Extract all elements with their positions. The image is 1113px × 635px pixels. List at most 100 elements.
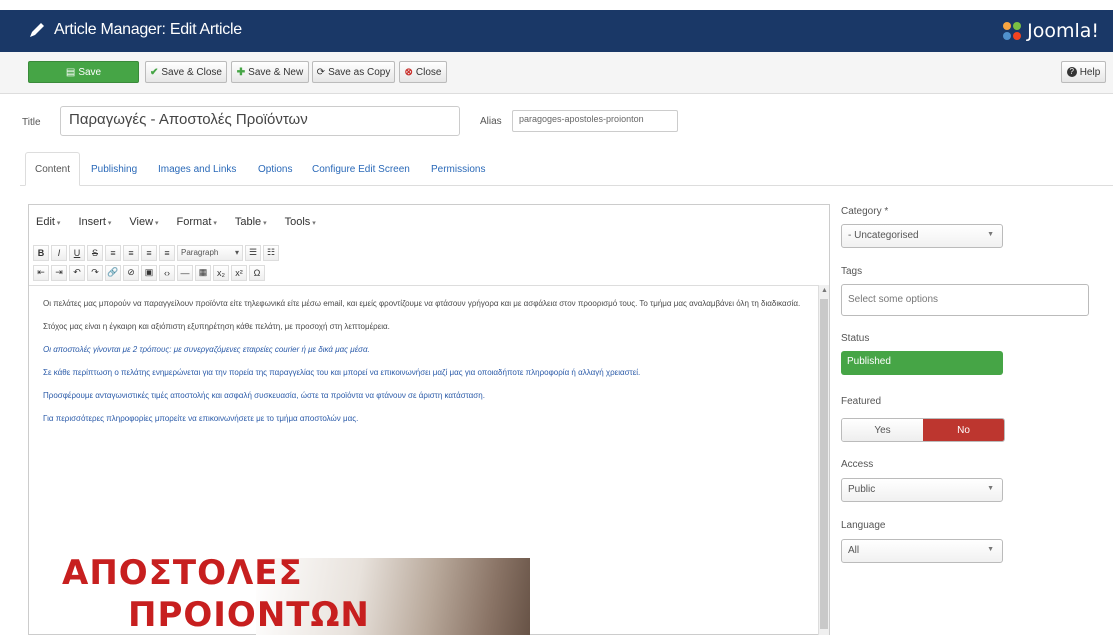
featured-yes-button[interactable]: Yes [842,419,923,441]
content-paragraph: Προσφέρουμε ανταγωνιστικές τιμές αποστολ… [43,391,485,400]
close-icon: ⊗ [404,66,413,78]
scroll-up-icon[interactable]: ▲ [821,287,828,294]
content-paragraph: Στόχος μας είναι η έγκαιρη και αξιόπιστη… [43,322,390,331]
app-header: Article Manager: Edit Article Joomla! [0,10,1113,52]
italic-icon[interactable]: I [51,244,67,261]
close-label: Close [415,66,442,78]
help-button[interactable]: ? Help [1061,61,1106,83]
tab-configure-edit-screen[interactable]: Configure Edit Screen [303,152,419,186]
align-left-icon[interactable]: ≡ [105,244,121,261]
format-select-value: Paragraph [181,248,219,257]
alias-input[interactable]: paragoges-apostoles-proionton [512,110,678,132]
scrollbar-thumb[interactable] [820,299,828,629]
page: Article Manager: Edit Article Joomla! ▤ … [0,0,1113,635]
tab-permissions[interactable]: Permissions [422,152,494,186]
page-title: Article Manager: Edit Article [54,21,242,38]
menu-view[interactable]: View [129,216,158,228]
chevron-down-icon: ▼ [987,485,994,492]
align-justify-icon[interactable]: ≡ [159,244,175,261]
tab-options[interactable]: Options [249,152,301,186]
featured-toggle: Yes No [841,418,1005,442]
horizontal-rule-icon[interactable]: — [177,264,193,281]
strikethrough-icon[interactable]: S [87,244,103,261]
link-icon[interactable]: 🔗 [105,264,121,281]
help-label: Help [1079,66,1101,78]
content-paragraph: Οι αποστολές γίνονται με 2 τρόπους: με σ… [43,345,370,354]
title-input[interactable]: Παραγωγές - Αποστολές Προϊόντων [60,106,460,136]
tags-input[interactable]: Select some options [841,284,1089,316]
category-select[interactable]: - Uncategorised ▼ [841,224,1003,248]
save-close-label: Save & Close [161,66,222,78]
promo-title-line-2: ΠΡΟΙΟΝΤΩΝ [128,595,370,635]
bold-icon[interactable]: B [33,244,49,261]
joomla-logo[interactable]: Joomla! [1001,16,1099,46]
bullet-list-icon[interactable]: ☰ [245,244,261,261]
language-value: All [848,545,860,556]
save-close-button[interactable]: ✔ Save & Close [145,61,227,83]
save-icon: ▤ [65,66,76,78]
unlink-icon[interactable]: ⊘ [123,264,139,281]
joomla-mark-icon [1003,22,1022,40]
redo-icon[interactable]: ↷ [87,264,103,281]
menu-edit[interactable]: Edit [36,216,60,228]
chevron-down-icon: ▼ [987,231,994,238]
save-button-label: Save [78,66,102,78]
tab-bar: Content Publishing Images and Links Opti… [20,152,1113,186]
status-select[interactable]: Published [841,351,1003,375]
save-copy-label: Save as Copy [328,66,391,78]
menu-table[interactable]: Table [235,216,267,228]
content-paragraph: Οι πελάτες μας μπορούν να παραγγείλουν π… [43,299,801,308]
category-value: - Uncategorised [848,230,919,241]
subscript-icon[interactable]: x₂ [213,264,229,281]
outdent-icon[interactable]: ⇤ [33,264,49,281]
featured-label: Featured [841,396,882,407]
status-label: Status [841,333,870,344]
underline-icon[interactable]: U [69,244,85,261]
question-icon: ? [1066,67,1077,77]
promo-title-line-1: ΑΠΟΣΤΟΛΕΣ [62,553,303,593]
special-char-icon[interactable]: Ω [249,264,265,281]
editor-scrollbar[interactable]: ▲ [818,285,829,635]
access-label: Access [841,459,874,470]
menu-tools[interactable]: Tools [285,216,316,228]
superscript-icon[interactable]: x² [231,264,247,281]
menu-insert[interactable]: Insert [78,216,111,228]
featured-no-button[interactable]: No [923,419,1004,441]
save-button[interactable]: ▤ Save [28,61,139,83]
tags-label: Tags [841,266,863,277]
image-icon[interactable]: ▣ [141,264,157,281]
table-icon[interactable]: ▦ [195,264,211,281]
tab-publishing[interactable]: Publishing [82,152,146,186]
copy-icon: ⟳ [316,66,326,78]
access-select[interactable]: Public ▼ [841,478,1003,502]
language-select[interactable]: All ▼ [841,539,1003,563]
language-label: Language [841,520,886,531]
code-icon[interactable]: ‹› [159,264,175,281]
tab-images-links[interactable]: Images and Links [149,152,245,186]
access-value: Public [848,484,876,495]
menu-format[interactable]: Format [177,216,217,228]
chevron-down-icon: ▼ [987,546,994,553]
alias-label: Alias [480,116,502,127]
plus-icon: ✚ [236,66,246,78]
align-right-icon[interactable]: ≡ [141,244,157,261]
indent-icon[interactable]: ⇥ [51,264,67,281]
category-label: Category * [841,206,889,217]
align-center-icon[interactable]: ≡ [123,244,139,261]
check-icon: ✔ [150,66,159,78]
chevron-down-icon: ▾ [234,248,239,257]
editor-menubar: Edit Insert View Format Table Tools [29,205,829,239]
save-copy-button[interactable]: ⟳ Save as Copy [312,61,395,83]
format-select[interactable]: Paragraph ▾ [177,244,243,261]
editor-toolbar-row-1: B I U S ≡ ≡ ≡ ≡ Paragraph ▾ ☰ ☷ [29,243,829,262]
save-new-label: Save & New [248,66,304,78]
title-label: Title [22,117,41,128]
undo-icon[interactable]: ↶ [69,264,85,281]
numbered-list-icon[interactable]: ☷ [263,244,279,261]
save-new-button[interactable]: ✚ Save & New [231,61,309,83]
tab-content[interactable]: Content [25,152,81,186]
action-toolbar: ▤ Save ✔ Save & Close ✚ Save & New ⟳ Sav… [0,52,1113,94]
content-paragraph: Σε κάθε περίπτωση ο πελάτης ενημερώνεται… [43,368,641,377]
close-button[interactable]: ⊗ Close [399,61,447,83]
joomla-wordmark: Joomla! [1027,20,1099,42]
